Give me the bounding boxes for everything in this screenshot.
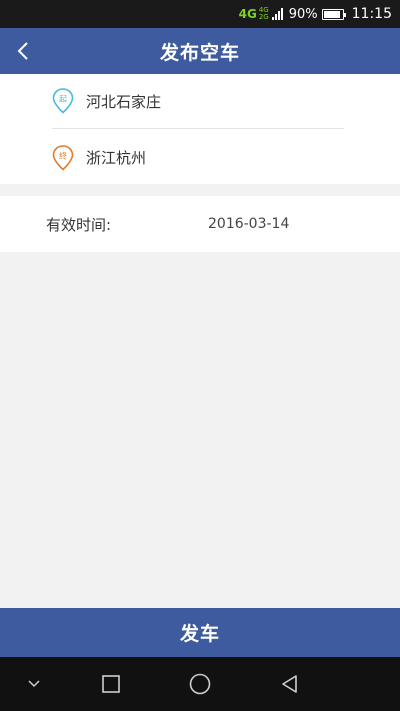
validity-date-row[interactable]: 有效时间: 2016-03-14 — [0, 196, 400, 252]
validity-label: 有效时间: — [46, 215, 112, 234]
end-city: 浙江杭州 — [86, 149, 147, 167]
end-pin-label: 终 — [59, 150, 67, 160]
battery-icon — [321, 8, 346, 20]
nav-home-button[interactable] — [180, 657, 220, 711]
chevron-left-icon — [17, 42, 28, 60]
start-pin-label: 起 — [59, 95, 67, 104]
system-nav-bar — [0, 657, 400, 711]
nav-back-button[interactable] — [269, 657, 309, 711]
back-button[interactable] — [6, 28, 40, 74]
triangle-back-icon — [282, 675, 297, 693]
network-small-bottom: 2G — [258, 13, 269, 21]
start-pin-icon: 起 — [52, 88, 74, 114]
chevron-down-icon — [28, 680, 40, 688]
battery-percent: 90% — [288, 6, 318, 22]
page-title: 发布空车 — [159, 41, 240, 64]
app-header: 发布空车 — [0, 28, 400, 74]
end-pin-icon: 终 — [52, 144, 74, 171]
start-location-row[interactable]: 起 河北石家庄 — [52, 74, 344, 129]
nav-recents-button[interactable] — [91, 657, 131, 711]
status-bar: 4G 4G 2G 90% 11:15 — [0, 0, 400, 28]
network-stack: 4G 2G — [259, 7, 269, 21]
square-icon — [102, 675, 120, 693]
network-type: 4G — [238, 7, 257, 21]
start-city: 河北石家庄 — [86, 92, 162, 111]
clock: 11:15 — [351, 6, 392, 22]
publish-truck-button[interactable]: 发车 — [0, 608, 400, 657]
circle-icon — [189, 673, 211, 695]
end-location-row[interactable]: 终 浙江杭州 — [52, 130, 344, 185]
nav-hide-button[interactable] — [14, 657, 54, 711]
signal-icon — [271, 8, 283, 20]
route-card: 起 河北石家庄 终 浙江杭州 — [0, 74, 400, 184]
validity-date-value: 2016-03-14 — [208, 216, 290, 232]
battery-fill — [323, 10, 340, 18]
